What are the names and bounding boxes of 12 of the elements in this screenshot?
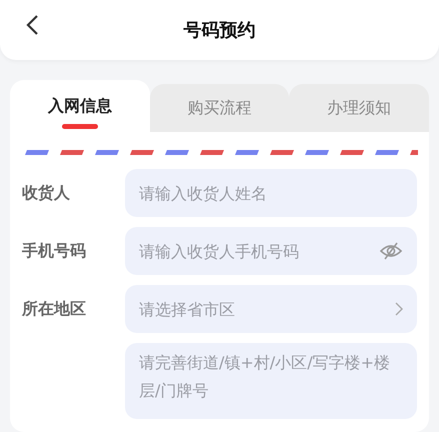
- input-field[interactable]: 请输入收货人姓名: [125, 169, 417, 217]
- field-label: 所在地区: [22, 298, 87, 320]
- tab[interactable]: 购买流程: [150, 84, 290, 132]
- field-label: 手机号码: [22, 240, 87, 262]
- tab[interactable]: 办理须知: [289, 84, 430, 132]
- field-label: 收货人: [22, 182, 71, 204]
- chevron-right-icon: [395, 302, 403, 316]
- input-field[interactable]: 请输入收货人手机号码: [125, 227, 417, 275]
- input-field[interactable]: 请选择省市区: [125, 285, 417, 333]
- tab[interactable]: 入网信息: [10, 80, 150, 132]
- page-title: 号码预约: [184, 18, 256, 42]
- input-field[interactable]: 请完善街道/镇+村/小区/写字楼+楼层/门牌号: [125, 343, 417, 419]
